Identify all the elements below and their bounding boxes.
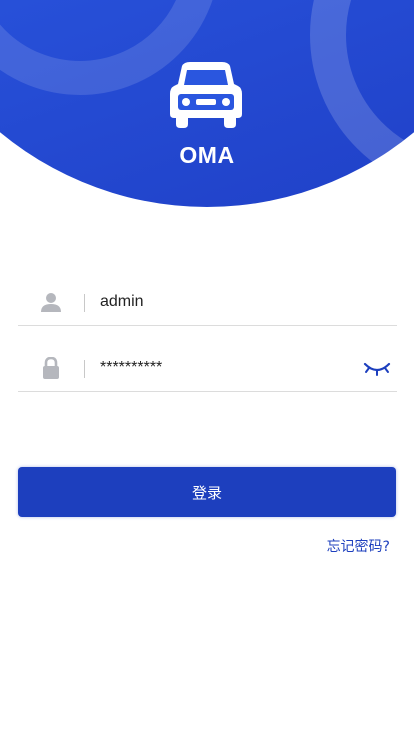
field-divider	[84, 294, 85, 312]
login-page: OMA 登录 忘记密码?	[0, 0, 414, 736]
username-input[interactable]	[100, 288, 360, 316]
car-icon	[170, 62, 242, 128]
lock-icon	[43, 357, 59, 379]
password-field	[18, 344, 397, 392]
eye-closed-icon[interactable]	[363, 358, 391, 378]
app-title: OMA	[179, 142, 235, 168]
password-input[interactable]	[100, 354, 360, 382]
username-field	[18, 278, 397, 326]
forgot-password-link[interactable]: 忘记密码?	[327, 536, 390, 556]
login-button[interactable]: 登录	[18, 467, 396, 517]
user-icon	[41, 293, 61, 312]
field-divider	[84, 360, 85, 378]
